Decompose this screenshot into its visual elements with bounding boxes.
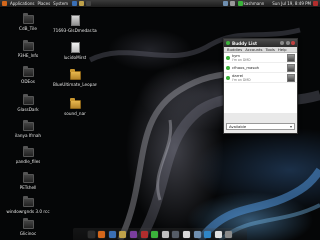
minimize-icon[interactable] [280,41,284,45]
desktop-icon[interactable]: P3HE_lnfo [6,40,50,58]
buddy-status-message: I'm on DMD [232,77,251,82]
window-title: Buddy List [232,40,257,46]
folder-icon [69,98,81,109]
buddy-row[interactable]: kym I'm on DMD [224,53,297,63]
menu-accounts[interactable]: Accounts [245,47,262,52]
desktop-icon-label: ilanya Ifrnah [14,133,42,138]
menu-applications[interactable]: Applications [10,1,34,6]
desktop-icon-label: pandle_files [15,159,41,164]
menu-tools[interactable]: Tools [266,47,275,52]
desktop-icon-label: windowrgnds 3.0 rcc [6,209,50,214]
available-status-icon [226,55,230,60]
available-status-icon [226,75,230,80]
folder-icon [22,120,34,131]
video-icon[interactable] [140,230,148,238]
menu-help[interactable]: Help [278,47,287,52]
folder-icon [22,218,34,229]
power-icon[interactable] [313,1,318,6]
buddy-status-message: I'm on DMD [232,57,251,62]
desktop-icon-label: BlueUltimate_Leopard_1.1.beige [53,82,97,87]
download-icon[interactable] [204,230,212,238]
buddy-list-window[interactable]: Buddy List Buddies Accounts Tools Help k… [223,38,298,134]
menu-places[interactable]: Places [37,1,50,6]
desktop-icon-label: GlassDark [17,107,39,112]
browser-launcher-icon[interactable] [72,1,78,6]
desktop-icon[interactable]: pandle_files [6,146,50,164]
desktop-icon[interactable]: 71693-GlsDmedar.tar.gz [53,15,97,33]
username-label[interactable]: kashmann [244,1,265,6]
desktop-icon-label: CdB_Tile [19,26,37,31]
desktop-icon[interactable]: sound_nar [53,98,97,116]
available-status-icon [226,65,230,70]
distro-logo-icon[interactable] [2,1,7,6]
status-selector[interactable]: Available ▾ [226,123,295,130]
desktop-icon[interactable]: PETshell [6,172,50,190]
window-titlebar[interactable]: Buddy List [224,39,297,47]
desktop-icon[interactable]: BlueUltimate_Leopard_1.1.beige [53,69,97,87]
folder-icon [22,94,34,105]
folder-icon [69,69,81,80]
desktop-icon-label: Glicinoc [19,231,37,236]
user-icon [237,1,243,6]
calendar-icon[interactable] [182,230,190,238]
desktop-icon-label: sound_nar [64,111,86,116]
buddy-name: cfhoos_masoh [232,64,260,70]
editor-icon[interactable] [193,230,201,238]
desktop-icon[interactable]: lucidoMirst [53,42,97,60]
photos-icon[interactable] [161,230,169,238]
window-icon [226,41,230,45]
buddy-row[interactable]: cfhoos_masoh [224,63,297,73]
folder-icon [22,13,34,24]
folder-icon [22,146,34,157]
volume-icon[interactable] [229,1,235,6]
document-icon [70,42,80,53]
music-icon[interactable] [130,230,138,238]
folder-icon [22,40,34,51]
buddy-list: kym I'm on DMD cfhoos_masoh darrel I'm o… [224,53,297,113]
desktop-icon-label: lucidoMirst [63,55,87,60]
desktop-icon-label: PETshell [19,185,37,190]
folder-icon [22,196,34,207]
maximize-icon[interactable] [285,41,290,45]
desktop-icon[interactable]: ODEos [6,66,50,84]
clock[interactable]: Sun Jul 19, 8:49 PM [272,1,311,6]
network-icon[interactable] [214,230,222,238]
chat-icon[interactable] [151,230,159,238]
menu-buddies[interactable]: Buddies [227,47,242,52]
buddy-row[interactable]: darrel I'm on DMD [224,73,297,83]
menu-system[interactable]: System [53,1,68,6]
desktop-icon[interactable]: CdB_Tile [6,13,50,31]
status-selector-value: Available [229,124,247,129]
dock [73,228,247,240]
top-panel: Applications Places System kashmann Sun … [0,0,320,8]
desktop-icon[interactable]: windowrgnds 3.0 rcc [6,196,50,214]
avatar [287,74,295,82]
mail-icon[interactable] [108,230,116,238]
desktop-icon-label: 71693-GlsDmedar.tar.gz [53,28,97,33]
folder-icon [22,66,34,77]
terminal-launcher-icon[interactable] [86,1,92,6]
folder-icon [22,172,34,183]
desktop-icon[interactable]: ilanya Ifrnah [6,120,50,138]
files-icon[interactable] [119,230,127,238]
archive-icon [70,15,80,26]
desktop-icon[interactable]: Glicinoc [6,218,50,236]
avatar [287,54,295,62]
chevron-down-icon: ▾ [289,124,292,129]
close-icon[interactable] [291,41,295,45]
desktop-icon-label: P3HE_lnfo [17,53,39,58]
network-icon[interactable] [222,1,228,6]
avatar [287,64,295,72]
desktop-icon-label: ODEos [21,79,35,84]
terminal-icon[interactable] [87,230,95,238]
trash-icon[interactable] [225,230,233,238]
settings-icon[interactable] [172,230,180,238]
mail-launcher-icon[interactable] [79,1,85,6]
browser-icon[interactable] [98,230,106,238]
desktop-icon[interactable]: GlassDark [6,94,50,112]
